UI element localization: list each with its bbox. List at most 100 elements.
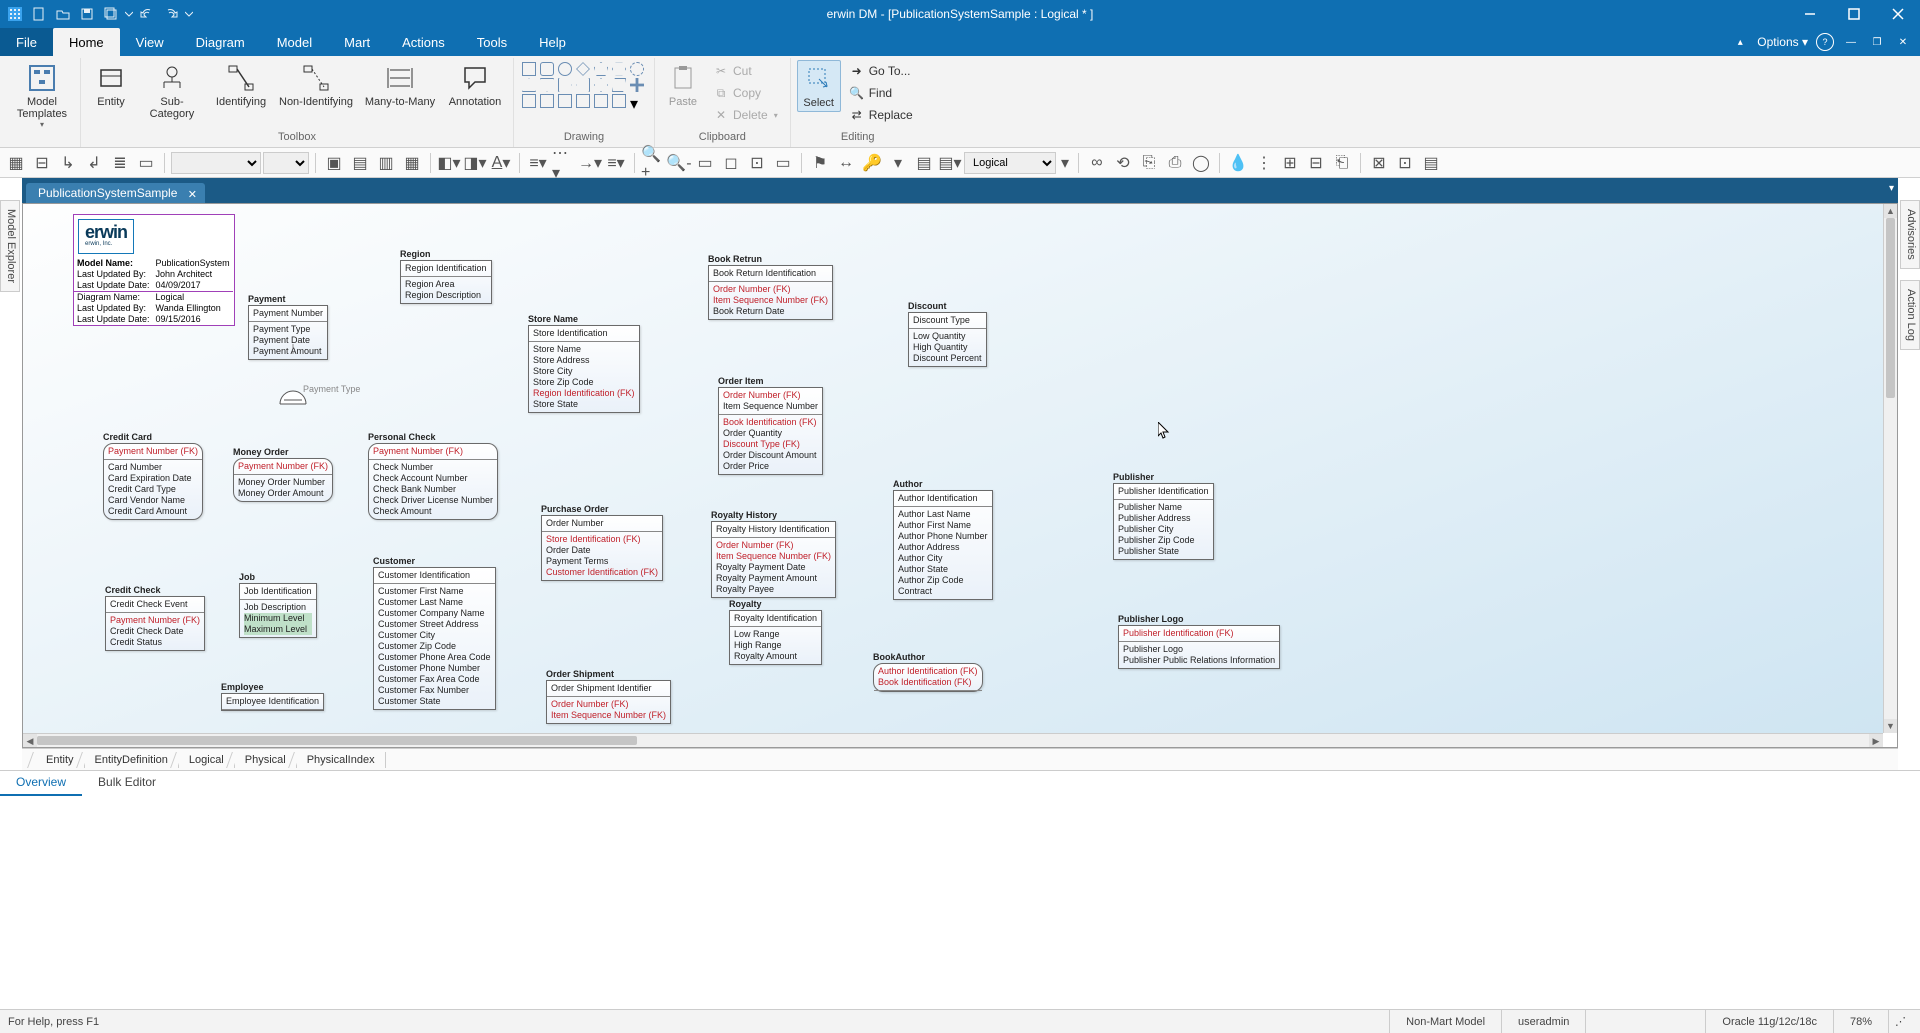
entity-personal_check[interactable]: Personal CheckPayment Number (FK)Check N… (368, 432, 498, 520)
entity-book_author[interactable]: BookAuthorAuthor Identification (FK)Book… (873, 652, 983, 692)
display-1-icon[interactable]: ▣ (322, 151, 346, 175)
qat-save-icon[interactable] (76, 3, 98, 25)
menu-mart[interactable]: Mart (328, 28, 386, 56)
nav-3-icon[interactable]: 🔑 (860, 151, 884, 175)
line-color-icon[interactable]: ◨▾ (463, 151, 487, 175)
menu-home[interactable]: Home (53, 28, 120, 56)
entity-purchase_order[interactable]: Purchase OrderOrder NumberStore Identifi… (541, 504, 663, 581)
entity-payment[interactable]: PaymentPayment NumberPayment TypePayment… (248, 294, 328, 360)
entity-royalty[interactable]: RoyaltyRoyalty IdentificationLow RangeHi… (729, 599, 822, 665)
tool-i-icon[interactable]: ⊟ (1304, 151, 1328, 175)
entity-author[interactable]: AuthorAuthor IdentificationAuthor Last N… (893, 479, 993, 600)
model-explorer-panel-tab[interactable]: Model Explorer (0, 200, 20, 292)
document-tabs-dropdown-icon[interactable]: ▾ (1889, 183, 1894, 194)
goto-button[interactable]: ➜Go To... (843, 60, 919, 82)
zoom-fit-icon[interactable]: ▭ (693, 151, 717, 175)
view-level-select[interactable]: Logical (964, 152, 1056, 174)
qat-redo-icon[interactable] (160, 3, 182, 25)
qat-new-icon[interactable] (28, 3, 50, 25)
entity-job[interactable]: JobJob IdentificationJob DescriptionMini… (239, 572, 317, 638)
annotation-button[interactable]: Annotation (443, 60, 507, 110)
tool-b-icon[interactable]: ⟲ (1111, 151, 1135, 175)
ribbon-expand-icon[interactable]: ▴ (1731, 33, 1749, 51)
scroll-up-icon[interactable]: ▲ (1884, 204, 1897, 218)
action-log-panel-tab[interactable]: Action Log (1900, 280, 1920, 350)
entity-order_item[interactable]: Order ItemOrder Number (FK)Item Sequence… (718, 376, 823, 475)
overview-tab[interactable]: Overview (0, 771, 82, 796)
document-tab[interactable]: PublicationSystemSample ✕ (26, 183, 205, 203)
nav-1-icon[interactable]: ⚑ (808, 151, 832, 175)
tool-c-icon[interactable]: ⎘ (1137, 151, 1161, 175)
scroll-left-icon[interactable]: ◀ (23, 734, 37, 747)
vertical-scrollbar[interactable]: ▲ ▼ (1883, 204, 1897, 733)
many-to-many-button[interactable]: Many-to-Many (359, 60, 441, 110)
mdi-restore-button[interactable]: ❐ (1868, 33, 1886, 51)
non-identifying-button[interactable]: Non-Identifying (275, 60, 357, 110)
menu-file[interactable]: File (0, 28, 53, 56)
nav-2-icon[interactable]: ↔ (834, 151, 858, 175)
line-style-icon[interactable]: ⋯▾ (552, 151, 576, 175)
entity-royalty_history[interactable]: Royalty HistoryRoyalty History Identific… (711, 510, 836, 598)
entity-button[interactable]: Entity (87, 60, 135, 110)
line-weight-icon[interactable]: ≡▾ (526, 151, 550, 175)
entity-order_shipment[interactable]: Order ShipmentOrder Shipment IdentifierO… (546, 669, 671, 724)
tb-align4-icon[interactable]: ↲ (82, 151, 106, 175)
select-button[interactable]: Select (797, 60, 841, 112)
entity-discount[interactable]: DiscountDiscount TypeLow QuantityHigh Qu… (908, 301, 987, 367)
qat-customize-icon[interactable] (184, 3, 194, 25)
status-resize-grip-icon[interactable]: ⋰ (1888, 1010, 1912, 1033)
tool-l-icon[interactable]: ⊡ (1393, 151, 1417, 175)
tool-e-icon[interactable]: ◯ (1189, 151, 1213, 175)
tool-m-icon[interactable]: ▤ (1419, 151, 1443, 175)
menu-model[interactable]: Model (261, 28, 328, 56)
nav-5-icon[interactable]: ▤ (912, 151, 936, 175)
zoom-out-icon[interactable]: 🔍- (667, 151, 691, 175)
menu-actions[interactable]: Actions (386, 28, 461, 56)
entity-money_order[interactable]: Money OrderPayment Number (FK)Money Orde… (233, 447, 333, 502)
entity-credit_card[interactable]: Credit CardPayment Number (FK)Card Numbe… (103, 432, 203, 520)
entity-publisher_logo[interactable]: Publisher LogoPublisher Identification (… (1118, 614, 1280, 669)
model-templates-button[interactable]: Model Templates ▾ (10, 60, 74, 131)
model-info-box[interactable]: erwinerwin, Inc. Model Name:PublicationS… (73, 214, 235, 326)
tb-align6-icon[interactable]: ▭ (134, 151, 158, 175)
entity-store[interactable]: Store NameStore IdentificationStore Name… (528, 314, 640, 413)
status-zoom[interactable]: 78% (1833, 1010, 1888, 1033)
entity-publisher[interactable]: PublisherPublisher IdentificationPublish… (1113, 472, 1214, 560)
zoom-100-icon[interactable]: ◻ (719, 151, 743, 175)
tb-align2-icon[interactable]: ⊟ (30, 151, 54, 175)
menu-tools[interactable]: Tools (461, 28, 523, 56)
tool-d-icon[interactable]: ⎙ (1163, 151, 1187, 175)
mdi-close-button[interactable]: ✕ (1894, 33, 1912, 51)
font-color-icon[interactable]: A▾ (489, 151, 513, 175)
tool-h-icon[interactable]: ⊞ (1278, 151, 1302, 175)
font-family-select[interactable] (171, 152, 261, 174)
scroll-down-icon[interactable]: ▼ (1884, 719, 1897, 733)
diagram-tab-entitydef[interactable]: EntityDefinition (85, 752, 179, 768)
minimize-button[interactable] (1788, 0, 1832, 28)
find-button[interactable]: 🔍Find (843, 82, 919, 104)
mdi-minimize-button[interactable]: — (1842, 33, 1860, 51)
copy-button[interactable]: ⧉Copy (707, 82, 784, 104)
tb-align1-icon[interactable]: ▦ (4, 151, 28, 175)
tool-k-icon[interactable]: ⊠ (1367, 151, 1391, 175)
line-end-icon[interactable]: →▾ (578, 151, 602, 175)
bulk-editor-tab[interactable]: Bulk Editor (82, 771, 172, 796)
entity-credit_check[interactable]: Credit CheckCredit Check EventPayment Nu… (105, 585, 205, 651)
tool-g-icon[interactable]: ⋮ (1252, 151, 1276, 175)
tool-a-icon[interactable]: ∞ (1085, 151, 1109, 175)
menu-view[interactable]: View (120, 28, 180, 56)
zoom-page-icon[interactable]: ▭ (771, 151, 795, 175)
hscroll-thumb[interactable] (37, 736, 637, 745)
cut-button[interactable]: ✂Cut (707, 60, 784, 82)
zoom-in-icon[interactable]: 🔍+ (641, 151, 665, 175)
entity-book_return[interactable]: Book RetrunBook Return IdentificationOrd… (708, 254, 833, 320)
qat-saveall-icon[interactable] (100, 3, 122, 25)
paste-button[interactable]: Paste (661, 60, 705, 110)
sub-category-button[interactable]: Sub-Category (137, 60, 207, 122)
maximize-button[interactable] (1832, 0, 1876, 28)
scroll-right-icon[interactable]: ▶ (1869, 734, 1883, 747)
fill-color-icon[interactable]: ◧▾ (437, 151, 461, 175)
nav-6-icon[interactable]: ▤▾ (938, 151, 962, 175)
display-3-icon[interactable]: ▥ (374, 151, 398, 175)
text-align-icon[interactable]: ≡▾ (604, 151, 628, 175)
